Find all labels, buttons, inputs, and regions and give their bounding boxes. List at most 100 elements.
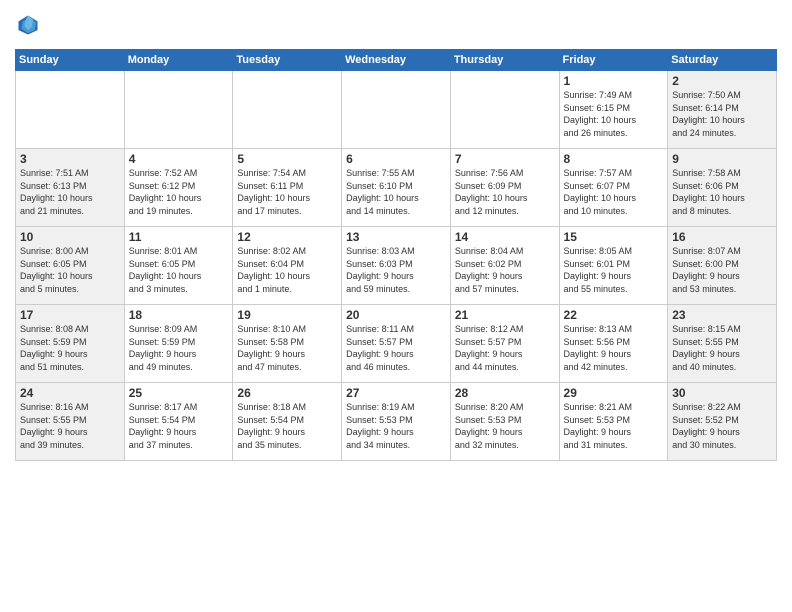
- day-number: 9: [672, 152, 772, 166]
- day-number: 17: [20, 308, 120, 322]
- day-number: 19: [237, 308, 337, 322]
- calendar-cell: 23Sunrise: 8:15 AM Sunset: 5:55 PM Dayli…: [668, 305, 777, 383]
- day-info: Sunrise: 8:09 AM Sunset: 5:59 PM Dayligh…: [129, 323, 229, 373]
- day-number: 11: [129, 230, 229, 244]
- day-header-sunday: Sunday: [16, 50, 125, 71]
- calendar-cell: 13Sunrise: 8:03 AM Sunset: 6:03 PM Dayli…: [342, 227, 451, 305]
- day-info: Sunrise: 8:08 AM Sunset: 5:59 PM Dayligh…: [20, 323, 120, 373]
- calendar-cell: 14Sunrise: 8:04 AM Sunset: 6:02 PM Dayli…: [450, 227, 559, 305]
- day-number: 2: [672, 74, 772, 88]
- day-info: Sunrise: 7:52 AM Sunset: 6:12 PM Dayligh…: [129, 167, 229, 217]
- day-number: 12: [237, 230, 337, 244]
- calendar-cell: 29Sunrise: 8:21 AM Sunset: 5:53 PM Dayli…: [559, 383, 668, 461]
- calendar-cell: 7Sunrise: 7:56 AM Sunset: 6:09 PM Daylig…: [450, 149, 559, 227]
- calendar-cell: 16Sunrise: 8:07 AM Sunset: 6:00 PM Dayli…: [668, 227, 777, 305]
- day-number: 18: [129, 308, 229, 322]
- calendar-cell: 3Sunrise: 7:51 AM Sunset: 6:13 PM Daylig…: [16, 149, 125, 227]
- day-number: 6: [346, 152, 446, 166]
- day-info: Sunrise: 7:58 AM Sunset: 6:06 PM Dayligh…: [672, 167, 772, 217]
- day-number: 7: [455, 152, 555, 166]
- calendar-header-row: SundayMondayTuesdayWednesdayThursdayFrid…: [16, 50, 777, 71]
- day-number: 3: [20, 152, 120, 166]
- day-info: Sunrise: 7:54 AM Sunset: 6:11 PM Dayligh…: [237, 167, 337, 217]
- day-number: 23: [672, 308, 772, 322]
- day-info: Sunrise: 7:56 AM Sunset: 6:09 PM Dayligh…: [455, 167, 555, 217]
- day-info: Sunrise: 8:11 AM Sunset: 5:57 PM Dayligh…: [346, 323, 446, 373]
- day-number: 30: [672, 386, 772, 400]
- calendar-week-row: 1Sunrise: 7:49 AM Sunset: 6:15 PM Daylig…: [16, 71, 777, 149]
- day-info: Sunrise: 8:18 AM Sunset: 5:54 PM Dayligh…: [237, 401, 337, 451]
- day-info: Sunrise: 8:17 AM Sunset: 5:54 PM Dayligh…: [129, 401, 229, 451]
- day-header-wednesday: Wednesday: [342, 50, 451, 71]
- day-info: Sunrise: 8:10 AM Sunset: 5:58 PM Dayligh…: [237, 323, 337, 373]
- day-info: Sunrise: 8:21 AM Sunset: 5:53 PM Dayligh…: [564, 401, 664, 451]
- calendar-cell: 28Sunrise: 8:20 AM Sunset: 5:53 PM Dayli…: [450, 383, 559, 461]
- calendar-cell: 8Sunrise: 7:57 AM Sunset: 6:07 PM Daylig…: [559, 149, 668, 227]
- day-header-monday: Monday: [124, 50, 233, 71]
- calendar-week-row: 3Sunrise: 7:51 AM Sunset: 6:13 PM Daylig…: [16, 149, 777, 227]
- calendar-cell: 26Sunrise: 8:18 AM Sunset: 5:54 PM Dayli…: [233, 383, 342, 461]
- calendar-cell: [450, 71, 559, 149]
- day-info: Sunrise: 8:19 AM Sunset: 5:53 PM Dayligh…: [346, 401, 446, 451]
- day-info: Sunrise: 8:00 AM Sunset: 6:05 PM Dayligh…: [20, 245, 120, 295]
- day-number: 14: [455, 230, 555, 244]
- day-info: Sunrise: 7:55 AM Sunset: 6:10 PM Dayligh…: [346, 167, 446, 217]
- calendar-cell: 27Sunrise: 8:19 AM Sunset: 5:53 PM Dayli…: [342, 383, 451, 461]
- day-number: 20: [346, 308, 446, 322]
- day-number: 4: [129, 152, 229, 166]
- day-number: 10: [20, 230, 120, 244]
- header: [15, 10, 777, 41]
- calendar-cell: [233, 71, 342, 149]
- calendar-table: SundayMondayTuesdayWednesdayThursdayFrid…: [15, 49, 777, 461]
- calendar-cell: [124, 71, 233, 149]
- day-number: 1: [564, 74, 664, 88]
- calendar-cell: 20Sunrise: 8:11 AM Sunset: 5:57 PM Dayli…: [342, 305, 451, 383]
- calendar-cell: 2Sunrise: 7:50 AM Sunset: 6:14 PM Daylig…: [668, 71, 777, 149]
- day-number: 8: [564, 152, 664, 166]
- calendar-cell: 15Sunrise: 8:05 AM Sunset: 6:01 PM Dayli…: [559, 227, 668, 305]
- day-header-tuesday: Tuesday: [233, 50, 342, 71]
- calendar-cell: 17Sunrise: 8:08 AM Sunset: 5:59 PM Dayli…: [16, 305, 125, 383]
- day-info: Sunrise: 8:02 AM Sunset: 6:04 PM Dayligh…: [237, 245, 337, 295]
- day-number: 29: [564, 386, 664, 400]
- day-number: 16: [672, 230, 772, 244]
- day-header-saturday: Saturday: [668, 50, 777, 71]
- calendar-cell: 6Sunrise: 7:55 AM Sunset: 6:10 PM Daylig…: [342, 149, 451, 227]
- day-info: Sunrise: 8:05 AM Sunset: 6:01 PM Dayligh…: [564, 245, 664, 295]
- day-number: 13: [346, 230, 446, 244]
- calendar-cell: 4Sunrise: 7:52 AM Sunset: 6:12 PM Daylig…: [124, 149, 233, 227]
- day-info: Sunrise: 8:07 AM Sunset: 6:00 PM Dayligh…: [672, 245, 772, 295]
- day-info: Sunrise: 8:22 AM Sunset: 5:52 PM Dayligh…: [672, 401, 772, 451]
- day-number: 15: [564, 230, 664, 244]
- calendar-cell: 18Sunrise: 8:09 AM Sunset: 5:59 PM Dayli…: [124, 305, 233, 383]
- logo: [15, 14, 43, 41]
- calendar-week-row: 17Sunrise: 8:08 AM Sunset: 5:59 PM Dayli…: [16, 305, 777, 383]
- calendar-cell: 19Sunrise: 8:10 AM Sunset: 5:58 PM Dayli…: [233, 305, 342, 383]
- calendar-cell: 9Sunrise: 7:58 AM Sunset: 6:06 PM Daylig…: [668, 149, 777, 227]
- calendar-cell: 10Sunrise: 8:00 AM Sunset: 6:05 PM Dayli…: [16, 227, 125, 305]
- calendar-cell: 11Sunrise: 8:01 AM Sunset: 6:05 PM Dayli…: [124, 227, 233, 305]
- day-info: Sunrise: 8:16 AM Sunset: 5:55 PM Dayligh…: [20, 401, 120, 451]
- day-info: Sunrise: 8:04 AM Sunset: 6:02 PM Dayligh…: [455, 245, 555, 295]
- calendar-cell: [342, 71, 451, 149]
- day-info: Sunrise: 8:13 AM Sunset: 5:56 PM Dayligh…: [564, 323, 664, 373]
- calendar-cell: 1Sunrise: 7:49 AM Sunset: 6:15 PM Daylig…: [559, 71, 668, 149]
- calendar-cell: 25Sunrise: 8:17 AM Sunset: 5:54 PM Dayli…: [124, 383, 233, 461]
- day-number: 22: [564, 308, 664, 322]
- day-info: Sunrise: 8:20 AM Sunset: 5:53 PM Dayligh…: [455, 401, 555, 451]
- day-header-thursday: Thursday: [450, 50, 559, 71]
- day-info: Sunrise: 8:12 AM Sunset: 5:57 PM Dayligh…: [455, 323, 555, 373]
- day-header-friday: Friday: [559, 50, 668, 71]
- day-info: Sunrise: 7:57 AM Sunset: 6:07 PM Dayligh…: [564, 167, 664, 217]
- calendar-week-row: 24Sunrise: 8:16 AM Sunset: 5:55 PM Dayli…: [16, 383, 777, 461]
- calendar-cell: 21Sunrise: 8:12 AM Sunset: 5:57 PM Dayli…: [450, 305, 559, 383]
- calendar-cell: 5Sunrise: 7:54 AM Sunset: 6:11 PM Daylig…: [233, 149, 342, 227]
- day-number: 25: [129, 386, 229, 400]
- day-number: 24: [20, 386, 120, 400]
- day-info: Sunrise: 7:50 AM Sunset: 6:14 PM Dayligh…: [672, 89, 772, 139]
- day-number: 5: [237, 152, 337, 166]
- calendar-cell: 24Sunrise: 8:16 AM Sunset: 5:55 PM Dayli…: [16, 383, 125, 461]
- day-info: Sunrise: 7:51 AM Sunset: 6:13 PM Dayligh…: [20, 167, 120, 217]
- calendar-cell: 12Sunrise: 8:02 AM Sunset: 6:04 PM Dayli…: [233, 227, 342, 305]
- day-number: 21: [455, 308, 555, 322]
